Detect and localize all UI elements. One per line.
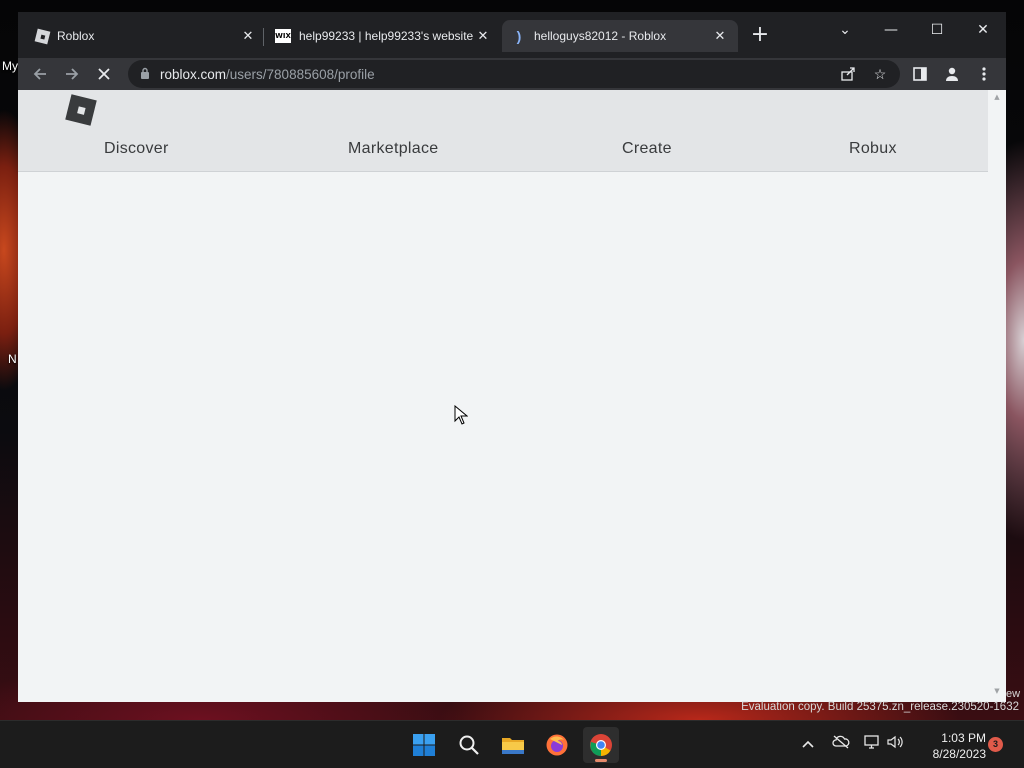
firefox-button[interactable]: [539, 727, 575, 763]
chrome-button[interactable]: [583, 727, 619, 763]
more-menu-icon[interactable]: [972, 62, 996, 86]
browser-toolbar: roblox.com/users/780885608/profile ☆: [18, 58, 1006, 90]
scrollbar[interactable]: ▲ ▼: [988, 90, 1006, 702]
loading-icon: ): [516, 28, 522, 44]
clock-time: 1:03 PM: [941, 731, 986, 745]
network-icon[interactable]: [863, 735, 883, 755]
url-host: roblox.com: [160, 66, 227, 82]
nav-robux[interactable]: Robux: [849, 140, 897, 158]
active-app-indicator: [595, 759, 607, 762]
roblox-logo-icon[interactable]: [65, 94, 97, 126]
desktop-icon-label[interactable]: N: [8, 352, 17, 366]
nav-discover[interactable]: Discover: [104, 140, 169, 158]
watermark-fragment: ew: [1006, 688, 1021, 700]
tab-wix-website[interactable]: WIX help99233 | help99233's website ✕: [265, 20, 501, 52]
tab-search-button[interactable]: ⌄: [822, 16, 868, 44]
chrome-icon: [590, 734, 612, 756]
side-panel-icon[interactable]: [908, 62, 932, 86]
clock-date: 8/28/2023: [932, 747, 986, 761]
system-clock[interactable]: 1:03 PM 8/28/2023: [916, 730, 986, 762]
file-explorer-icon: [502, 738, 524, 754]
tab-close-icon[interactable]: ✕: [240, 28, 256, 44]
search-button[interactable]: [451, 727, 487, 763]
page-viewport: Discover Marketplace Create Robux ▲ ▼: [18, 90, 1006, 702]
nav-marketplace[interactable]: Marketplace: [348, 140, 438, 158]
tab-close-icon[interactable]: ✕: [475, 28, 491, 44]
desktop-icon-label[interactable]: My: [2, 59, 18, 73]
lock-icon: [140, 67, 152, 82]
tab-close-icon[interactable]: ✕: [712, 28, 728, 44]
tab-divider: [263, 28, 264, 46]
back-button[interactable]: [28, 62, 52, 86]
tab-strip: Roblox ✕ WIX help99233 | help99233's web…: [18, 12, 1006, 58]
maximize-button[interactable]: ☐: [914, 16, 960, 44]
nav-create[interactable]: Create: [622, 140, 672, 158]
chevron-up-icon[interactable]: [798, 735, 818, 755]
scroll-up-icon[interactable]: ▲: [991, 93, 1003, 101]
address-bar[interactable]: roblox.com/users/780885608/profile ☆: [128, 60, 900, 88]
arrow-right-icon: [66, 68, 79, 80]
tab-roblox-profile[interactable]: ) helloguys82012 - Roblox ✕: [502, 20, 738, 52]
tab-title: help99233 | help99233's website: [299, 29, 474, 43]
url-path: /users/780885608/profile: [226, 66, 375, 82]
stop-icon: [98, 68, 110, 80]
volume-icon[interactable]: [886, 735, 906, 755]
notification-badge[interactable]: 3: [988, 737, 1003, 752]
close-window-button[interactable]: ✕: [960, 16, 1006, 44]
wix-icon: WIX: [275, 29, 291, 43]
chrome-window: Roblox ✕ WIX help99233 | help99233's web…: [18, 12, 1006, 702]
tab-roblox[interactable]: Roblox ✕: [26, 20, 266, 52]
new-tab-button[interactable]: +: [748, 24, 772, 48]
forward-button[interactable]: [60, 62, 84, 86]
arrow-left-icon: [33, 68, 46, 80]
search-icon: [459, 735, 479, 755]
tab-title: Roblox: [57, 29, 95, 43]
file-explorer-button[interactable]: [495, 727, 531, 763]
firefox-icon: [546, 734, 568, 756]
start-button[interactable]: [406, 727, 442, 763]
minimize-button[interactable]: —: [868, 16, 914, 44]
taskbar: 1:03 PM 8/28/2023 3: [0, 720, 1024, 768]
profile-icon[interactable]: [940, 62, 964, 86]
start-icon: [413, 734, 435, 756]
stop-loading-button[interactable]: [92, 62, 116, 86]
roblox-icon: [34, 28, 51, 44]
onedrive-offline-icon[interactable]: [831, 735, 851, 755]
bookmark-star-icon[interactable]: ☆: [870, 64, 890, 84]
evaluation-watermark: Evaluation copy. Build 25375.zn_release.…: [741, 701, 1019, 713]
roblox-header: Discover Marketplace Create Robux: [18, 90, 988, 172]
tab-title: helloguys82012 - Roblox: [534, 29, 667, 43]
mouse-cursor-icon: [454, 405, 468, 425]
scroll-down-icon[interactable]: ▼: [991, 687, 1003, 695]
share-icon[interactable]: [838, 64, 858, 84]
